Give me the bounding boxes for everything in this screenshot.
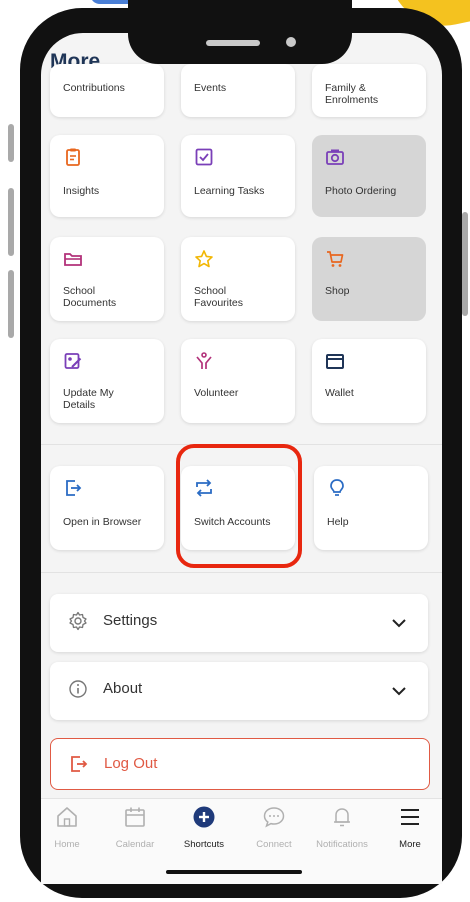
open-in-browser-button[interactable]: Open in Browser (50, 466, 164, 550)
phone-side-button (8, 270, 14, 338)
tile-label: Update My Details (63, 387, 114, 411)
logout-label: Log Out (104, 755, 158, 772)
tile-label: Insights (63, 185, 100, 197)
tile-label: Volunteer (194, 387, 239, 399)
tab-shortcuts[interactable]: Shortcuts (171, 805, 237, 853)
external-link-icon (66, 480, 82, 496)
wallet-icon (326, 354, 344, 369)
about-row[interactable]: About (50, 662, 428, 720)
tile-school-favourites[interactable]: School Favourites (181, 237, 295, 321)
tab-more[interactable]: More (377, 805, 443, 853)
chevron-down-icon[interactable] (390, 614, 408, 632)
tab-label: More (399, 839, 421, 850)
tile-label: Learning Tasks (194, 185, 265, 197)
help-button[interactable]: Help (314, 466, 428, 550)
calendar-icon (125, 807, 145, 827)
tab-connect[interactable]: Connect (241, 805, 307, 853)
clipboard-icon (66, 148, 80, 166)
volunteer-icon (196, 352, 212, 369)
tile-school-documents[interactable]: School Documents (50, 237, 164, 321)
tile-learning-tasks[interactable]: Learning Tasks (181, 135, 295, 217)
tile-label: Open in Browser (63, 516, 142, 528)
tab-label: Home (54, 839, 80, 850)
tab-label: Calendar (115, 839, 155, 850)
tile-wallet[interactable]: Wallet (312, 339, 426, 423)
tile-label: Help (327, 516, 349, 528)
tile-label: School Favourites (194, 285, 244, 309)
tile-contributions[interactable]: Contributions (50, 64, 164, 117)
about-label: About (103, 680, 143, 697)
tab-calendar[interactable]: Calendar (102, 805, 168, 853)
tile-label: Contributions (63, 82, 125, 94)
tab-label: Notifications (316, 839, 368, 850)
tab-home[interactable]: Home (34, 805, 100, 853)
menu-icon (401, 809, 419, 825)
phone-side-button (8, 188, 14, 256)
info-icon (69, 680, 87, 698)
cart-icon (327, 251, 344, 267)
camera-icon (326, 149, 344, 165)
tile-volunteer[interactable]: Volunteer (181, 339, 295, 423)
section-divider (41, 572, 442, 573)
switch-accounts-highlight (176, 444, 302, 568)
home-indicator (166, 870, 302, 874)
lightbulb-icon (330, 479, 344, 496)
tile-label: Family & Enrolments (325, 82, 379, 106)
star-icon (195, 250, 213, 268)
bell-icon (334, 808, 350, 827)
phone-side-button (462, 212, 468, 316)
settings-label: Settings (103, 612, 158, 629)
gear-icon (69, 611, 87, 631)
settings-row[interactable]: Settings (50, 594, 428, 652)
notch-camera (286, 37, 296, 47)
tile-label: Wallet (325, 387, 354, 399)
tile-photo-ordering[interactable]: Photo Ordering (312, 135, 426, 217)
tab-label: Connect (256, 839, 292, 850)
notch-speaker (206, 40, 260, 46)
tile-insights[interactable]: Insights (50, 135, 164, 217)
tile-family-enrolments[interactable]: Family & Enrolments (312, 64, 426, 117)
plus-circle-icon (193, 806, 215, 828)
tile-label: Photo Ordering (325, 185, 397, 197)
tab-notifications[interactable]: Notifications (309, 805, 375, 853)
tile-label: Shop (325, 285, 350, 297)
chevron-down-icon[interactable] (390, 682, 408, 700)
phone-notch (128, 0, 352, 64)
folder-icon (64, 253, 82, 266)
edit-profile-icon (64, 353, 82, 369)
phone-side-button (8, 124, 14, 162)
tab-label: Shortcuts (183, 839, 225, 850)
logout-icon (71, 756, 88, 772)
logout-button[interactable]: Log Out (50, 738, 430, 790)
checkbox-icon (195, 148, 213, 166)
tile-label: Events (194, 82, 227, 94)
tile-label: School Documents (63, 285, 117, 309)
chat-bubble-icon (263, 807, 285, 828)
home-icon (57, 807, 77, 827)
tile-events[interactable]: Events (181, 64, 295, 117)
tile-update-my-details[interactable]: Update My Details (50, 339, 164, 423)
tile-shop[interactable]: Shop (312, 237, 426, 321)
